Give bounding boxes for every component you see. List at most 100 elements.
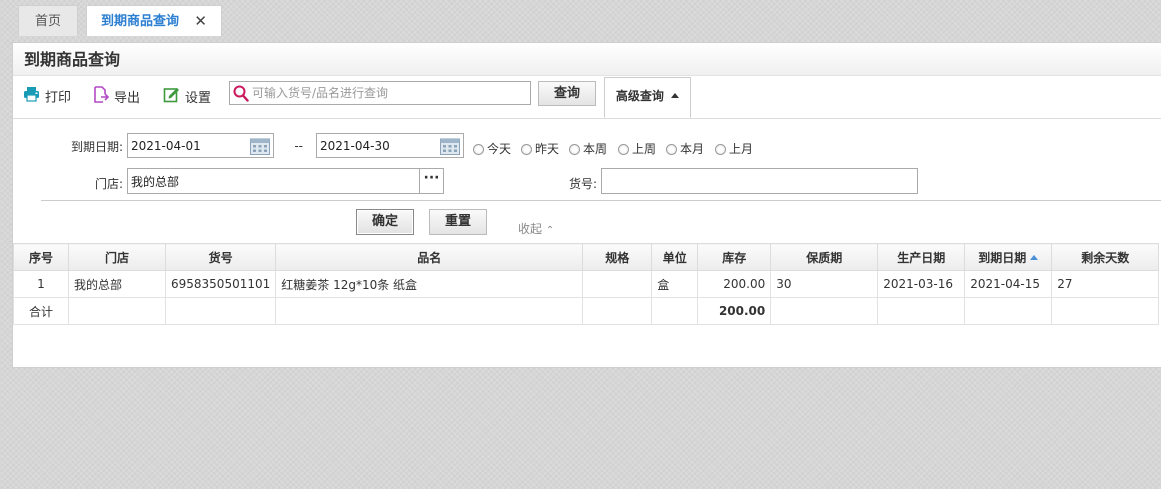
calendar-icon[interactable] (440, 137, 460, 158)
store-label: 门店: (94, 177, 123, 191)
total-stock: 200.00 (697, 297, 772, 325)
column-header[interactable]: 库存 (697, 243, 772, 271)
table-header-row: 序号 门店 货号 品名 规格 单位 库存 保质期 生产日期 到期日期 剩余天数 (13, 243, 1160, 271)
radio-label: 昨天 (535, 142, 560, 156)
settings-label: 设置 (185, 91, 212, 106)
tab-expiry-query[interactable]: 到期商品查询 ✕ (86, 5, 222, 36)
print-button[interactable]: 打印 (23, 86, 71, 108)
date-to-field (316, 133, 464, 158)
results-table: 序号 门店 货号 品名 规格 单位 库存 保质期 生产日期 到期日期 剩余天数 … (13, 243, 1160, 325)
column-header[interactable]: 货号 (164, 243, 277, 271)
search-icon (233, 85, 249, 105)
store-field: ··· (127, 168, 444, 194)
cell-empty (68, 297, 166, 325)
column-header[interactable]: 序号 (13, 243, 69, 271)
calendar-icon[interactable] (250, 137, 270, 158)
radio-last-week[interactable]: 上周 (618, 140, 656, 157)
edit-settings-icon (163, 86, 180, 111)
radio-label: 本月 (680, 142, 705, 156)
radio-yesterday[interactable]: 昨天 (521, 140, 559, 157)
radio-dot (521, 144, 532, 155)
sort-ascending-icon (1030, 254, 1039, 260)
cell-stock: 200.00 (697, 270, 772, 298)
total-label: 合计 (13, 297, 69, 325)
collapse-label: 收起 (518, 222, 543, 236)
cell-empty (164, 297, 277, 325)
search-input[interactable] (252, 84, 522, 102)
column-header-label: 到期日期 (978, 250, 1027, 265)
advanced-query-toggle[interactable]: 高级查询 (604, 77, 691, 118)
radio-today[interactable]: 今天 (473, 140, 511, 157)
column-header[interactable]: 品名 (275, 243, 584, 271)
export-label: 导出 (114, 91, 141, 106)
column-header[interactable]: 门店 (68, 243, 166, 271)
sku-field (601, 168, 918, 194)
cell-spec (582, 270, 653, 298)
radio-this-month[interactable]: 本月 (666, 140, 704, 157)
tab-label: 到期商品查询 (101, 14, 180, 29)
cell-store: 我的总部 (68, 270, 166, 298)
radio-label: 本周 (583, 142, 608, 156)
radio-dot (473, 144, 484, 155)
filter-divider (41, 200, 1161, 201)
close-icon[interactable]: ✕ (194, 6, 207, 37)
cell-empty (275, 297, 584, 325)
main-panel: 到期商品查询 打印 导出 设置 查询 高级查询 (12, 42, 1161, 368)
tab-bar: 首页 到期商品查询 ✕ (0, 0, 1161, 38)
export-button[interactable]: 导出 (93, 86, 140, 108)
column-header[interactable]: 单位 (651, 243, 699, 271)
cell-shelf-life: 30 (770, 270, 879, 298)
advanced-query-label: 高级查询 (615, 89, 664, 103)
date-from-field (127, 133, 274, 158)
cell-expiry-date: 2021-04-15 (964, 270, 1053, 298)
settings-button[interactable]: 设置 (163, 86, 211, 108)
column-header-sorted[interactable]: 到期日期 (964, 243, 1053, 271)
cell-empty (1051, 297, 1160, 325)
column-header[interactable]: 规格 (582, 243, 653, 271)
toolbar: 打印 导出 设置 查询 高级查询 (13, 76, 1161, 119)
chevron-up-icon: ⌃ (545, 225, 555, 236)
cell-unit: 盒 (651, 270, 699, 298)
store-picker-button[interactable]: ··· (419, 169, 443, 193)
radio-dot (618, 144, 629, 155)
export-icon (93, 86, 110, 111)
store-input[interactable] (131, 173, 411, 190)
date-to-input[interactable] (320, 137, 430, 154)
column-header[interactable]: 生产日期 (877, 243, 966, 271)
radio-this-week[interactable]: 本周 (569, 140, 607, 157)
sku-input[interactable] (605, 173, 885, 190)
query-button[interactable]: 查询 (538, 81, 596, 106)
cell-product-name: 红糖姜茶 12g*10条 纸盒 (275, 270, 584, 298)
cell-index: 1 (13, 270, 69, 298)
column-header[interactable]: 保质期 (770, 243, 879, 271)
cell-empty (770, 297, 879, 325)
table-total-row: 合计 200.00 (13, 297, 1160, 325)
sku-label: 货号: (568, 177, 597, 191)
cell-empty (651, 297, 699, 325)
search-box (229, 81, 531, 105)
confirm-button[interactable]: 确定 (356, 209, 414, 235)
radio-label: 今天 (487, 142, 512, 156)
print-label: 打印 (45, 90, 72, 106)
cell-production-date: 2021-03-16 (877, 270, 966, 298)
reset-button[interactable]: 重置 (429, 209, 487, 235)
tab-home[interactable]: 首页 (18, 5, 78, 36)
expiry-date-label: 到期日期: (70, 140, 123, 154)
cell-sku: 6958350501101 (164, 270, 277, 298)
table-row[interactable]: 1 我的总部 6958350501101 红糖姜茶 12g*10条 纸盒 盒 2… (13, 270, 1160, 298)
radio-dot (715, 144, 726, 155)
radio-label: 上月 (729, 142, 754, 156)
cell-days-remaining: 27 (1051, 270, 1160, 298)
page-title: 到期商品查询 (13, 43, 1161, 76)
cell-empty (877, 297, 966, 325)
date-from-input[interactable] (131, 137, 241, 154)
column-header[interactable]: 剩余天数 (1051, 243, 1160, 271)
collapse-toggle[interactable]: 收起 ⌃ (518, 220, 554, 237)
cell-empty (582, 297, 653, 325)
cell-empty (964, 297, 1053, 325)
radio-dot (666, 144, 677, 155)
radio-last-month[interactable]: 上月 (715, 140, 753, 157)
caret-up-icon (671, 93, 680, 98)
radio-label: 上周 (632, 142, 657, 156)
radio-dot (569, 144, 580, 155)
